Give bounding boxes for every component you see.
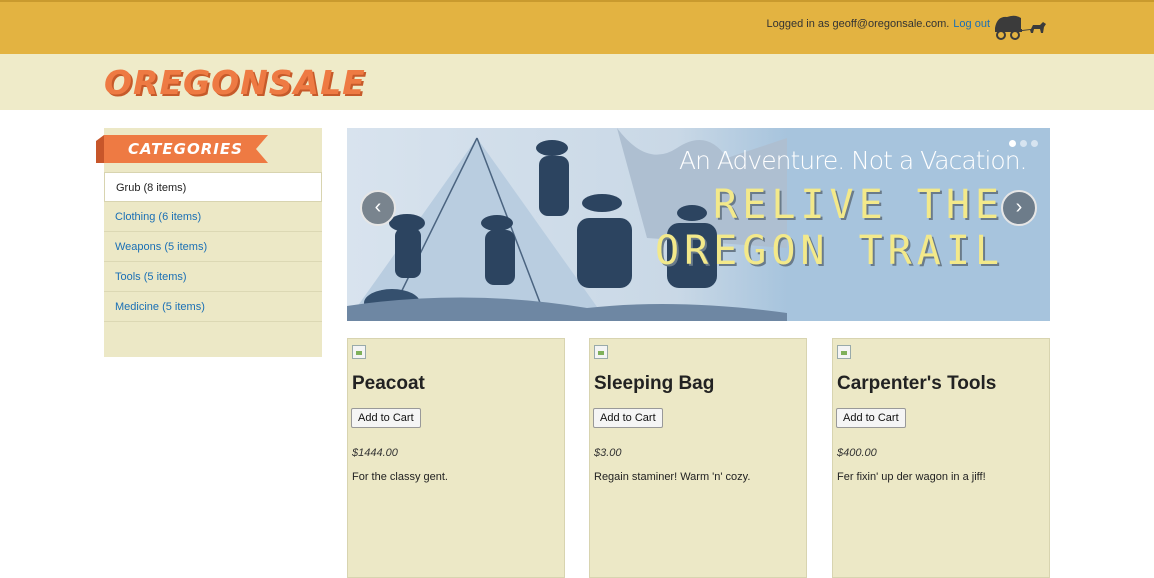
carousel-dot-1[interactable]	[1009, 140, 1016, 147]
product-price: $1444.00	[352, 447, 398, 459]
banner-tagline: An Adventure. Not a Vacation.	[679, 146, 1027, 175]
product-card-carpenters-tools: Carpenter's Tools Add to Cart $400.00 Fe…	[832, 338, 1050, 578]
product-price: $400.00	[837, 447, 877, 459]
carousel-dot-3[interactable]	[1031, 140, 1038, 147]
product-description: For the classy gent.	[352, 471, 448, 483]
top-bar: Logged in as geoff@oregonsale.com. Log o…	[0, 0, 1154, 54]
chevron-right-icon: ›	[1015, 196, 1023, 218]
chevron-left-icon: ‹	[374, 196, 382, 218]
add-to-cart-button[interactable]: Add to Cart	[836, 408, 906, 428]
product-price: $3.00	[594, 447, 622, 459]
login-text: Logged in as geoff@oregonsale.com.	[766, 18, 950, 30]
product-description: Regain staminer! Warm 'n' cozy.	[594, 471, 751, 483]
login-status: Logged in as geoff@oregonsale.com. Log o…	[766, 18, 990, 30]
product-name[interactable]: Carpenter's Tools	[837, 373, 996, 395]
site-logo[interactable]: OREGONSALE	[104, 63, 366, 102]
banner-headline: RELIVE THE OREGON TRAIL	[655, 182, 1004, 274]
carousel-indicators	[1009, 140, 1038, 147]
covered-wagon-icon	[995, 15, 1046, 40]
broken-image-icon	[352, 345, 366, 359]
carousel-prev-button[interactable]: ‹	[360, 190, 396, 226]
carousel-next-button[interactable]: ›	[1001, 190, 1037, 226]
category-tools[interactable]: Tools (5 items)	[104, 262, 322, 292]
add-to-cart-button[interactable]: Add to Cart	[593, 408, 663, 428]
category-medicine[interactable]: Medicine (5 items)	[104, 292, 322, 322]
product-description: Fer fixin' up der wagon in a jiff!	[837, 471, 986, 483]
broken-image-icon	[837, 345, 851, 359]
headline-line-2: OREGON TRAIL	[655, 228, 1004, 274]
category-grub[interactable]: Grub (8 items)	[104, 172, 322, 202]
brand-bar: OREGONSALE	[0, 54, 1154, 110]
carousel-dot-2[interactable]	[1020, 140, 1027, 147]
category-clothing[interactable]: Clothing (6 items)	[104, 202, 322, 232]
categories-sidebar: CATEGORIES Grub (8 items) Clothing (6 it…	[96, 128, 322, 357]
product-name[interactable]: Sleeping Bag	[594, 373, 714, 395]
categories-title: CATEGORIES	[128, 140, 243, 158]
promo-carousel: An Adventure. Not a Vacation. RELIVE THE…	[347, 128, 1050, 321]
product-card-peacoat: Peacoat Add to Cart $1444.00 For the cla…	[347, 338, 565, 578]
add-to-cart-button[interactable]: Add to Cart	[351, 408, 421, 428]
headline-line-1: RELIVE THE	[713, 182, 1004, 228]
category-weapons[interactable]: Weapons (5 items)	[104, 232, 322, 262]
broken-image-icon	[594, 345, 608, 359]
product-name[interactable]: Peacoat	[352, 373, 425, 395]
logout-link[interactable]: Log out	[953, 18, 990, 30]
category-list: Grub (8 items) Clothing (6 items) Weapon…	[104, 172, 322, 322]
product-card-sleeping-bag: Sleeping Bag Add to Cart $3.00 Regain st…	[589, 338, 807, 578]
